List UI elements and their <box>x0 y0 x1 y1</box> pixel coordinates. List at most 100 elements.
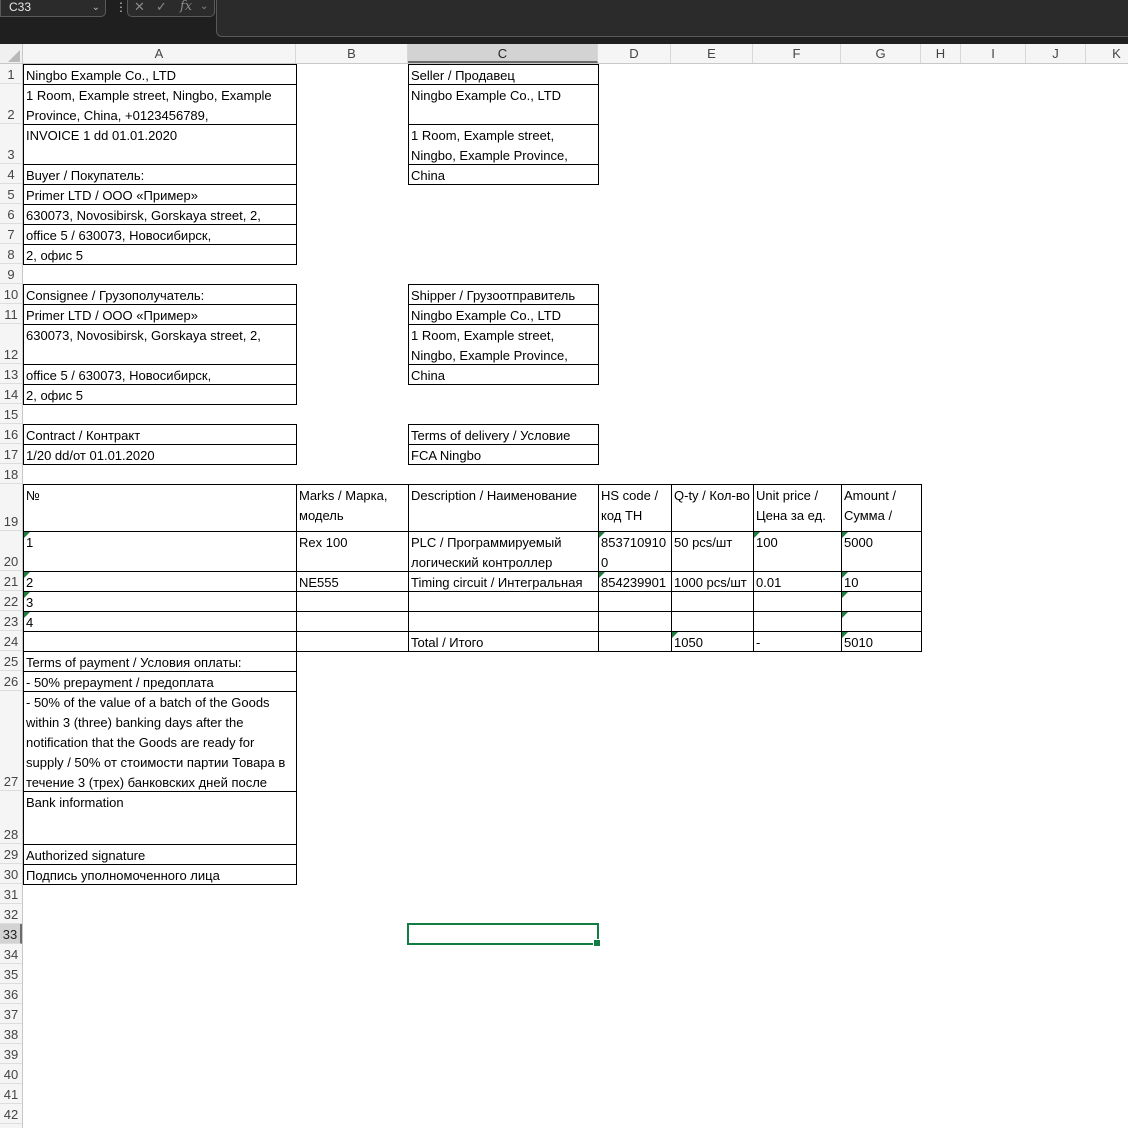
cell-c16[interactable]: Terms of delivery / Условие <box>408 424 599 445</box>
cell-e20[interactable]: 50 pcs/шт <box>671 531 754 572</box>
cell-c13[interactable]: China <box>408 364 599 385</box>
cell-a27[interactable]: - 50% of the value of a batch of the Goo… <box>23 691 297 792</box>
column-header-j[interactable]: J <box>1026 44 1086 63</box>
row-header-1[interactable]: 1 <box>0 64 22 84</box>
row-header-29[interactable]: 29 <box>0 844 22 864</box>
column-header-i[interactable]: I <box>961 44 1026 63</box>
row-header-17[interactable]: 17 <box>0 444 22 464</box>
cell-c3[interactable]: 1 Room, Example street, Ningbo, Example … <box>408 124 599 165</box>
name-box[interactable]: C33 ⌄ <box>0 0 106 17</box>
cell-a6[interactable]: 630073, Novosibirsk, Gorskaya street, 2, <box>23 204 297 225</box>
cancel-icon[interactable]: ✕ <box>134 0 145 14</box>
cell-a10[interactable]: Consignee / Грузополучатель: <box>23 284 297 305</box>
row-header-33[interactable]: 33 <box>0 924 22 944</box>
cell-c24[interactable]: Total / Итого <box>408 631 599 652</box>
cell-c10[interactable]: Shipper / Грузоотправитель <box>408 284 599 305</box>
cell-e23[interactable] <box>671 611 754 632</box>
cell-d22[interactable] <box>598 591 672 612</box>
row-header-23[interactable]: 23 <box>0 611 22 631</box>
cell-b21[interactable]: NE555 <box>296 571 409 592</box>
row-header-22[interactable]: 22 <box>0 591 22 611</box>
cell-c12[interactable]: 1 Room, Example street, Ningbo, Example … <box>408 324 599 365</box>
cell-c11[interactable]: Ningbo Example Co., LTD <box>408 304 599 325</box>
row-header-30[interactable]: 30 <box>0 864 22 884</box>
fill-handle[interactable] <box>593 939 601 947</box>
row-header-31[interactable]: 31 <box>0 884 22 904</box>
row-header-2[interactable]: 2 <box>0 84 22 124</box>
cell-a13[interactable]: office 5 / 630073, Новосибирск, <box>23 364 297 385</box>
cell-c1[interactable]: Seller / Продавец <box>408 64 599 85</box>
cell-b23[interactable] <box>296 611 409 632</box>
cell-d24[interactable] <box>598 631 672 652</box>
cell-a28[interactable]: Bank information <box>23 791 297 845</box>
cell-g24[interactable]: 5010 <box>841 631 922 652</box>
cell-c4[interactable]: China <box>408 164 599 185</box>
row-header-38[interactable]: 38 <box>0 1024 22 1044</box>
row-header-24[interactable]: 24 <box>0 631 22 651</box>
column-header-b[interactable]: B <box>296 44 408 63</box>
column-header-c[interactable]: C <box>408 44 598 63</box>
column-header-g[interactable]: G <box>841 44 921 63</box>
cell-b20[interactable]: Rex 100 <box>296 531 409 572</box>
insert-function-icon[interactable]: fx <box>180 0 192 14</box>
cell-a21[interactable]: 2 <box>23 571 297 592</box>
row-header-36[interactable]: 36 <box>0 984 22 1004</box>
cell-b22[interactable] <box>296 591 409 612</box>
row-header-15[interactable]: 15 <box>0 404 22 424</box>
row-header-20[interactable]: 20 <box>0 531 22 571</box>
select-all-button[interactable] <box>0 44 23 63</box>
cell-a20[interactable]: 1 <box>23 531 297 572</box>
row-header-6[interactable]: 6 <box>0 204 22 224</box>
row-header-5[interactable]: 5 <box>0 184 22 204</box>
column-header-k[interactable]: K <box>1086 44 1128 63</box>
cell-a2[interactable]: 1 Room, Example street, Ningbo, Example … <box>23 84 297 125</box>
row-header-42[interactable]: 42 <box>0 1104 22 1124</box>
column-header-d[interactable]: D <box>598 44 671 63</box>
cell-c2[interactable]: Ningbo Example Co., LTD <box>408 84 599 125</box>
cell-d20[interactable]: 8537109100 <box>598 531 672 572</box>
row-header-8[interactable]: 8 <box>0 244 22 264</box>
row-header-12[interactable]: 12 <box>0 324 22 364</box>
row-header-39[interactable]: 39 <box>0 1044 22 1064</box>
more-options-icon[interactable]: ⋮ <box>115 0 127 14</box>
cell-b24[interactable] <box>296 631 409 652</box>
chevron-down-icon[interactable]: ⌄ <box>92 0 100 15</box>
enter-icon[interactable]: ✓ <box>156 0 167 14</box>
sheet-grid[interactable]: Ningbo Example Co., LTD 1 Room, Example s… <box>23 64 1128 1128</box>
cell-a17[interactable]: 1/20 dd/от 01.01.2020 <box>23 444 297 465</box>
cell-c23[interactable] <box>408 611 599 632</box>
row-header-35[interactable]: 35 <box>0 964 22 984</box>
cell-a12[interactable]: 630073, Novosibirsk, Gorskaya street, 2, <box>23 324 297 365</box>
cell-a30[interactable]: Подпись уполномоченного лица <box>23 864 297 885</box>
chevron-down-icon[interactable]: ⌄ <box>200 0 208 14</box>
cell-c22[interactable] <box>408 591 599 612</box>
cell-a3[interactable]: INVOICE 1 dd 01.01.2020 <box>23 124 297 165</box>
cell-c17[interactable]: FCA Ningbo <box>408 444 599 465</box>
cell-a5[interactable]: Primer LTD / ООО «Пример» <box>23 184 297 205</box>
row-header-9[interactable]: 9 <box>0 264 22 284</box>
cell-b19[interactable]: Marks / Марка, модель <box>296 484 409 532</box>
active-cell[interactable] <box>407 923 601 947</box>
cell-f24[interactable]: - <box>753 631 842 652</box>
cell-a14[interactable]: 2, офис 5 <box>23 384 297 405</box>
cell-f21[interactable]: 0.01 <box>753 571 842 592</box>
cell-g19[interactable]: Amount / Сумма / <box>841 484 922 532</box>
column-header-a[interactable]: A <box>23 44 296 63</box>
cell-e24[interactable]: 1050 <box>671 631 754 652</box>
cell-a24[interactable] <box>23 631 297 652</box>
cell-a11[interactable]: Primer LTD / ООО «Пример» <box>23 304 297 325</box>
cell-d21[interactable]: 854239901 <box>598 571 672 592</box>
row-header-4[interactable]: 4 <box>0 164 22 184</box>
cell-a25[interactable]: Terms of payment / Условия оплаты: <box>23 651 297 672</box>
row-header-34[interactable]: 34 <box>0 944 22 964</box>
column-header-e[interactable]: E <box>671 44 753 63</box>
cell-a7[interactable]: office 5 / 630073, Новосибирск, <box>23 224 297 245</box>
row-header-13[interactable]: 13 <box>0 364 22 384</box>
cell-g20[interactable]: 5000 <box>841 531 922 572</box>
cell-a19[interactable]: № <box>23 484 297 532</box>
row-header-25[interactable]: 25 <box>0 651 22 671</box>
cell-g21[interactable]: 10 <box>841 571 922 592</box>
cell-f22[interactable] <box>753 591 842 612</box>
cell-a8[interactable]: 2, офис 5 <box>23 244 297 265</box>
cell-d19[interactable]: HS code / код ТН <box>598 484 672 532</box>
